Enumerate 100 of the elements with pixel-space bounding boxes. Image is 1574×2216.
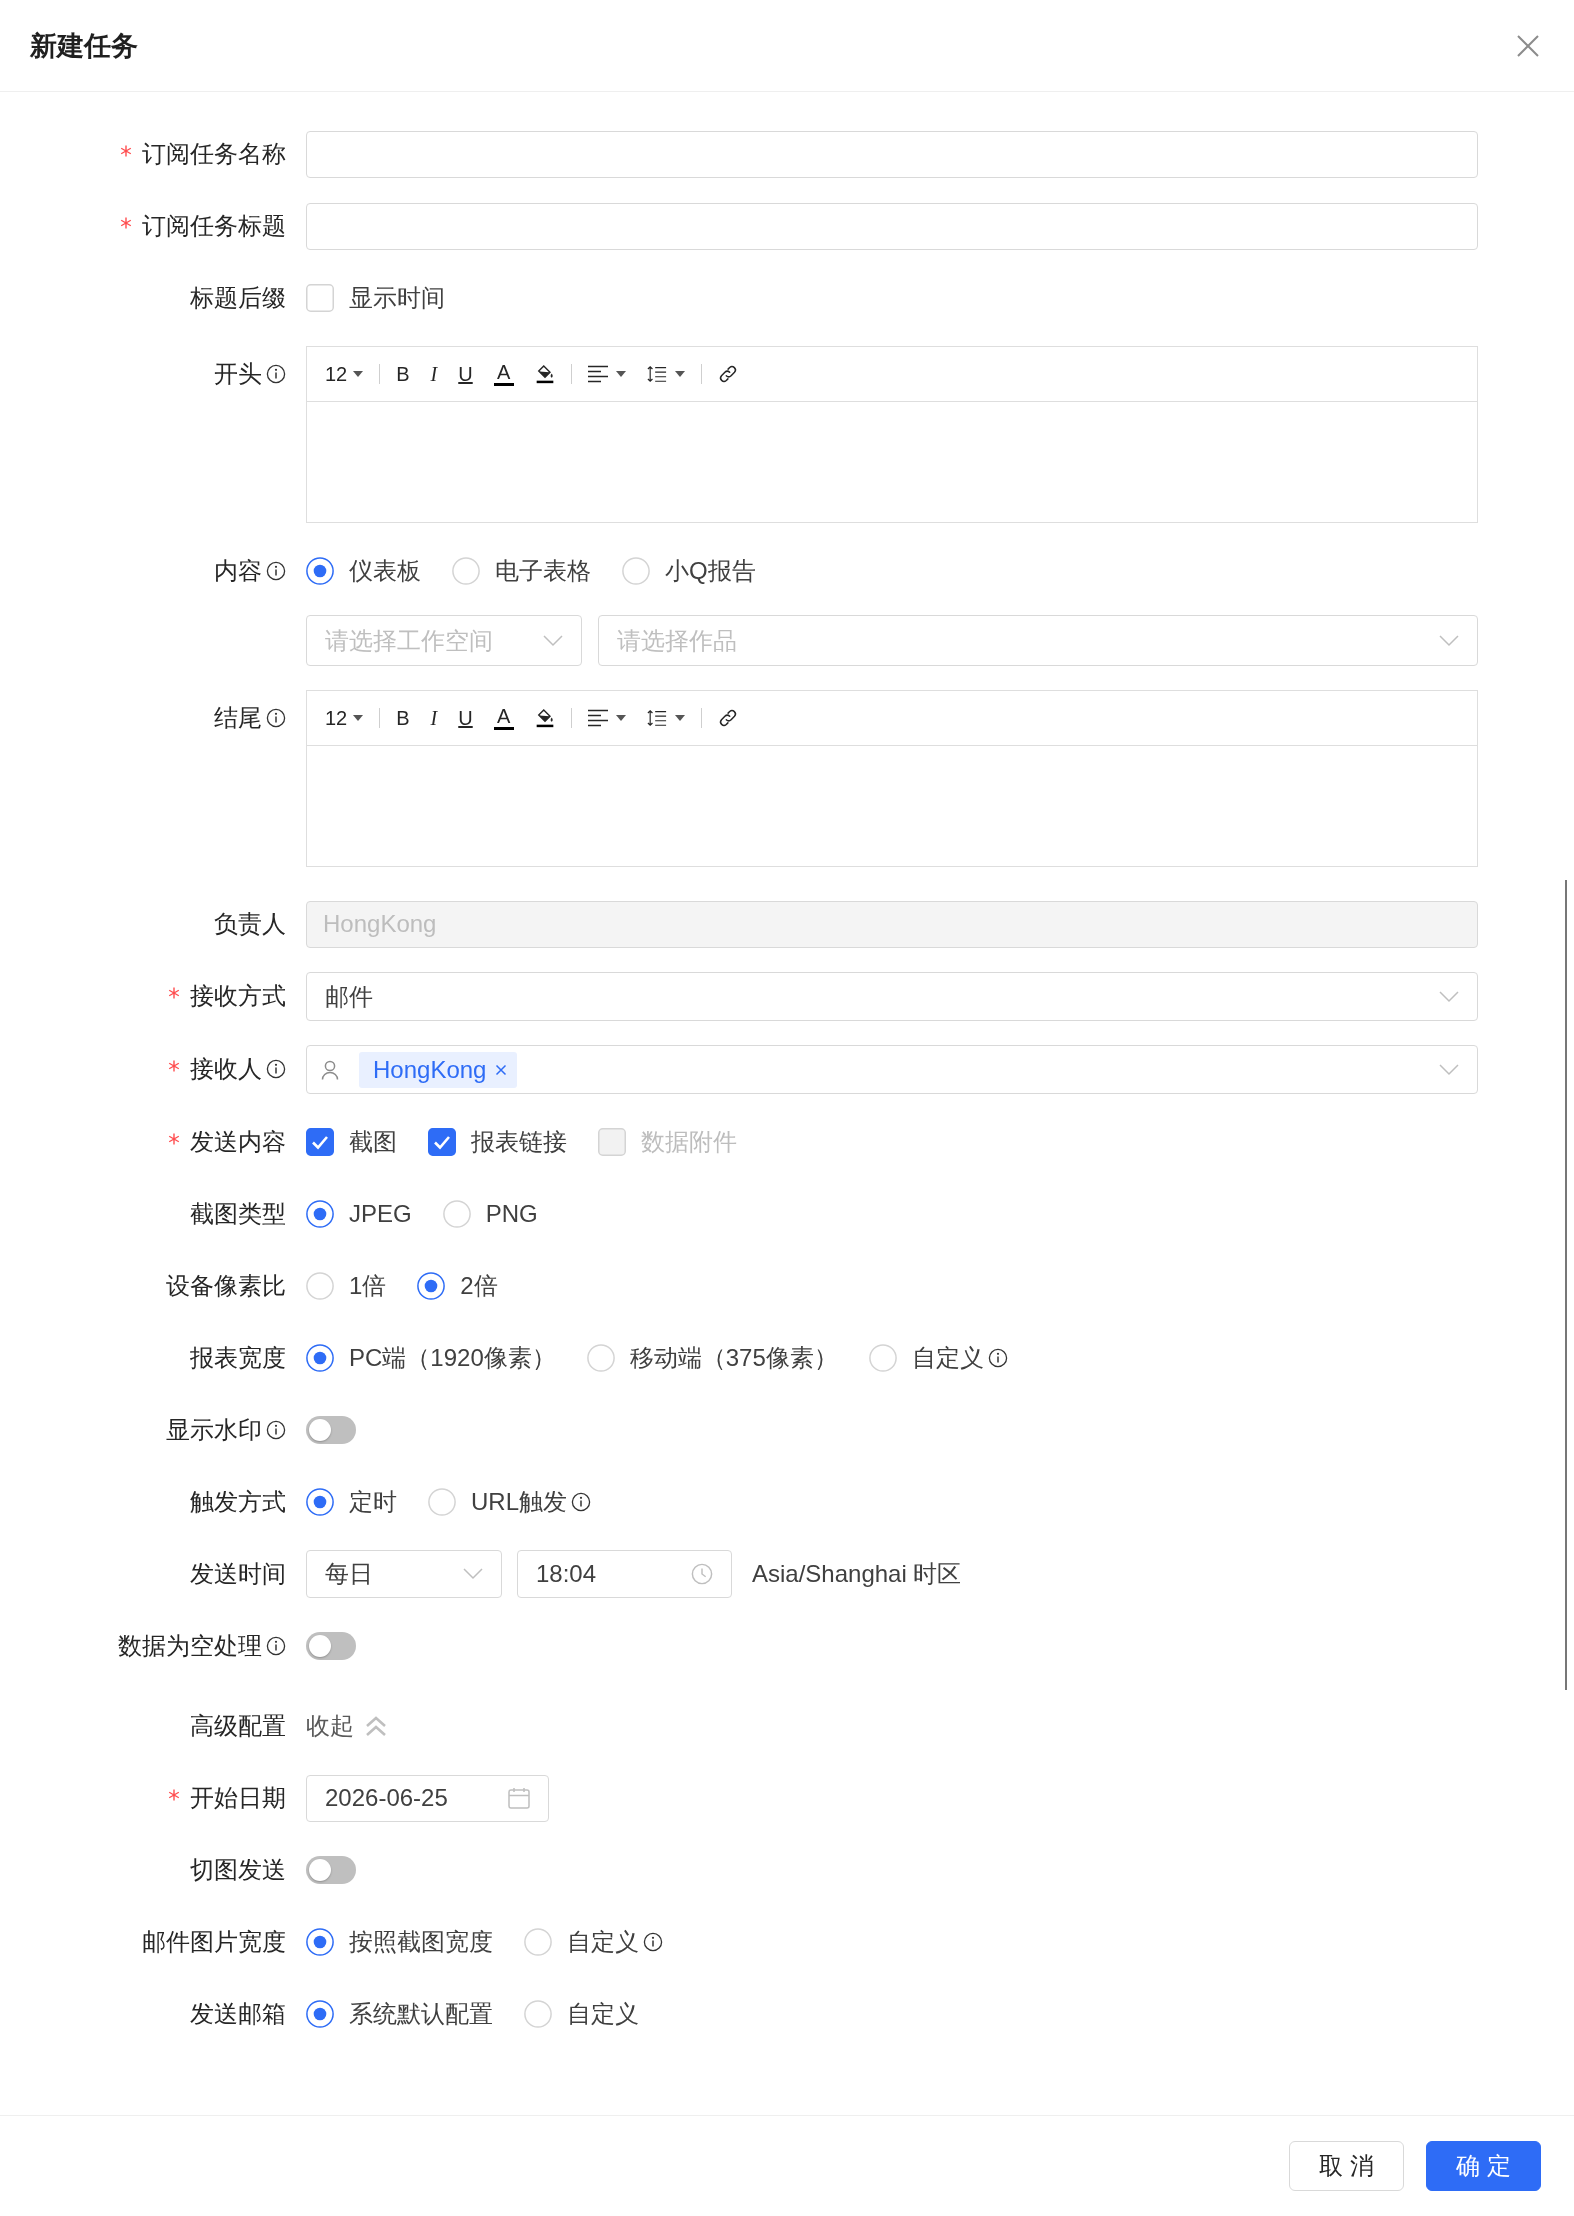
field-label: 发送内容 [190, 1127, 286, 1157]
field-label: 设备像素比 [166, 1271, 286, 1301]
option-label[interactable]: 系统默认配置 [349, 1998, 493, 2030]
radio-button[interactable] [306, 1928, 334, 1956]
field-label: 接收方式 [190, 981, 286, 1011]
italic-button[interactable]: I [430, 708, 438, 728]
bold-button[interactable]: B [396, 364, 410, 384]
field-label: 结尾 [214, 703, 262, 733]
align-left-icon[interactable] [587, 708, 608, 728]
info-icon[interactable] [266, 708, 286, 728]
line-spacing-icon[interactable] [646, 364, 667, 384]
info-icon[interactable] [987, 1348, 1008, 1368]
date-picker[interactable]: 2026-06-25 [306, 1774, 549, 1822]
field-label: 订阅任务名称 [142, 139, 286, 169]
field-label: 报表宽度 [190, 1343, 286, 1373]
chevron-down-icon [543, 634, 563, 647]
field-label: 发送时间 [190, 1559, 286, 1589]
option-label[interactable]: 定时 [349, 1486, 397, 1518]
italic-button[interactable]: I [430, 364, 438, 384]
paint-bucket-icon[interactable] [534, 708, 555, 728]
option-label[interactable]: 报表链接 [471, 1126, 567, 1158]
checkbox[interactable] [306, 1128, 334, 1156]
info-icon[interactable] [571, 1492, 591, 1512]
link-icon[interactable] [717, 708, 738, 728]
option-label[interactable]: URL触发 [471, 1486, 567, 1518]
radio-button[interactable] [306, 2000, 334, 2028]
field-label: 开始日期 [190, 1783, 286, 1813]
time-picker[interactable]: 18:04 [517, 1550, 732, 1598]
input-field[interactable] [306, 130, 1478, 178]
caret-icon [674, 371, 685, 377]
info-icon[interactable] [643, 1932, 663, 1952]
cancel-button[interactable]: 取 消 [1289, 2141, 1404, 2191]
option-label[interactable]: 电子表格 [495, 555, 591, 587]
close-icon[interactable] [1516, 33, 1540, 58]
toggle-switch[interactable] [306, 1856, 356, 1884]
caret-icon [615, 371, 626, 377]
scrollbar-thumb[interactable] [1565, 880, 1567, 1690]
option-label[interactable]: 按照截图宽度 [349, 1926, 493, 1958]
toggle-switch[interactable] [306, 1416, 356, 1444]
option-label[interactable]: 移动端（375像素） [629, 1342, 838, 1374]
field-label: 接收人 [190, 1054, 262, 1084]
collapse-toggle[interactable]: 收起 [306, 1710, 388, 1742]
field-label: 订阅任务标题 [142, 211, 286, 241]
field-label: 标题后缀 [190, 283, 286, 313]
field-label: 内容 [214, 556, 262, 586]
info-icon[interactable] [266, 1059, 286, 1079]
field-label: 数据为空处理 [118, 1631, 262, 1661]
option-label[interactable]: PNG [485, 1200, 538, 1228]
caret-icon [353, 371, 364, 377]
radio-button[interactable] [306, 1344, 334, 1372]
chevron-down-icon [1439, 990, 1459, 1003]
radio-button[interactable] [306, 1488, 334, 1516]
option-label[interactable]: 显示时间 [349, 282, 445, 314]
paint-bucket-icon[interactable] [534, 364, 555, 384]
bold-button[interactable]: B [396, 708, 410, 728]
field-label: 发送邮箱 [190, 1999, 286, 2029]
option-label[interactable]: 自定义 [567, 1998, 639, 2030]
info-icon[interactable] [266, 364, 286, 384]
info-icon[interactable] [266, 1636, 286, 1656]
caret-icon [615, 715, 626, 721]
align-left-icon[interactable] [587, 364, 608, 384]
tag-label: HongKong [373, 1055, 487, 1084]
radio-button[interactable] [417, 1272, 446, 1300]
text-color-button[interactable]: A [493, 706, 514, 730]
option-label[interactable]: 1倍 [349, 1270, 387, 1302]
field-label: 负责人 [214, 909, 286, 939]
option-label[interactable]: 自定义 [911, 1342, 984, 1374]
option-label[interactable]: PC端（1920像素） [349, 1342, 556, 1374]
field-label: 高级配置 [190, 1711, 286, 1741]
recipient-select[interactable]: HongKong [306, 1045, 1478, 1094]
option-label: 数据附件 [641, 1127, 737, 1157]
checkbox[interactable] [428, 1128, 456, 1156]
option-label[interactable]: 2倍 [460, 1270, 498, 1302]
confirm-button[interactable]: 确 定 [1426, 2141, 1541, 2191]
underline-button[interactable]: U [458, 708, 473, 728]
font-size-dropdown[interactable]: 12 [325, 708, 364, 728]
option-label[interactable]: 仪表板 [349, 555, 421, 587]
input-field[interactable] [306, 202, 1478, 250]
toggle-switch[interactable] [306, 1632, 356, 1660]
line-spacing-icon[interactable] [646, 708, 667, 728]
option-label[interactable]: 小Q报告 [665, 555, 756, 587]
chevron-down-icon [1439, 634, 1459, 647]
frequency-select[interactable]: 每日 [306, 1550, 502, 1598]
option-label[interactable]: 截图 [349, 1126, 397, 1158]
info-icon[interactable] [266, 1420, 286, 1440]
radio-button[interactable] [306, 1200, 334, 1228]
option-label[interactable]: 自定义 [567, 1926, 639, 1958]
timezone-text: Asia/Shanghai 时区 [752, 1559, 962, 1589]
select-field[interactable]: 邮件 [306, 972, 1478, 1021]
radio-button[interactable] [306, 557, 334, 585]
font-size-dropdown[interactable]: 12 [325, 364, 364, 384]
option-label[interactable]: JPEG [349, 1200, 412, 1228]
field-label: 触发方式 [190, 1487, 286, 1517]
caret-icon [353, 715, 364, 721]
info-icon[interactable] [266, 561, 286, 581]
underline-button[interactable]: U [458, 364, 473, 384]
text-color-button[interactable]: A [493, 362, 514, 386]
calendar-icon [508, 1787, 530, 1809]
link-icon[interactable] [717, 364, 738, 384]
close-icon[interactable] [495, 1063, 508, 1076]
